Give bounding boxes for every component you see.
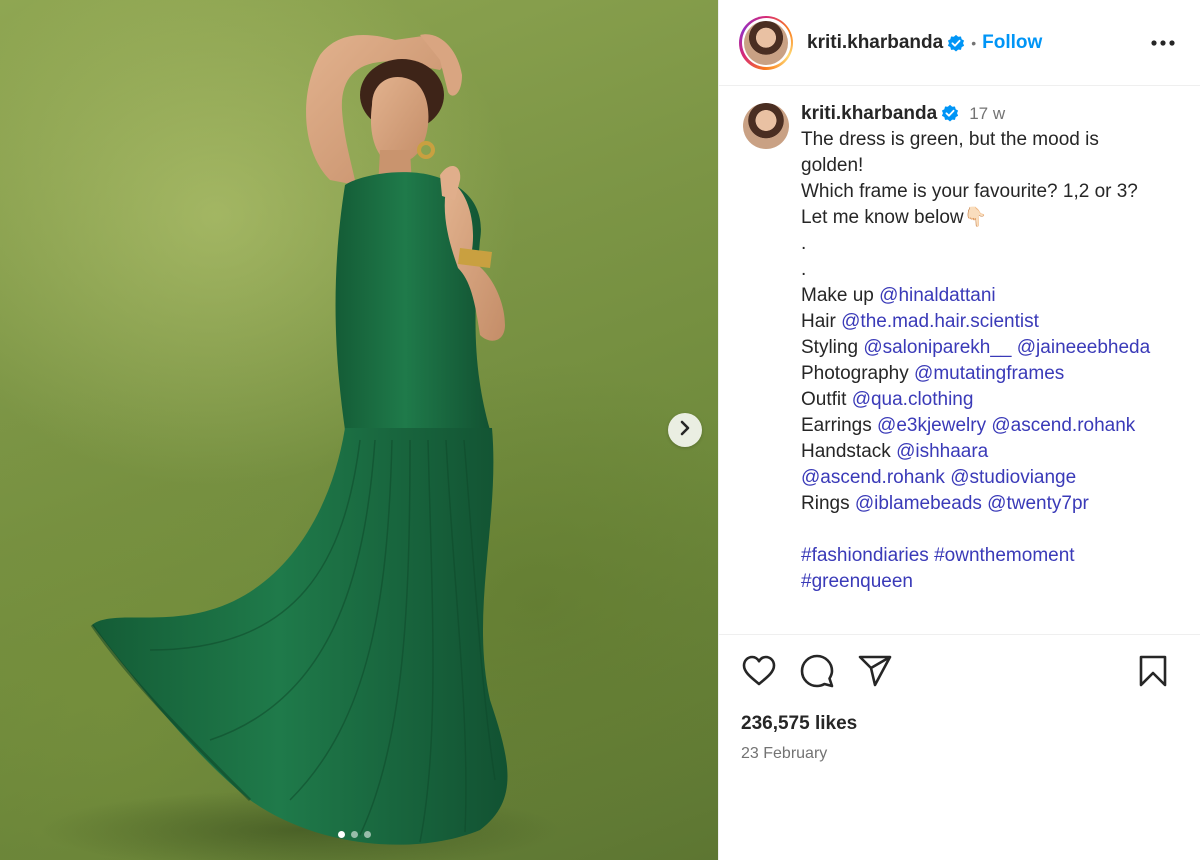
caption-line: . xyxy=(801,259,807,280)
like-button[interactable] xyxy=(741,655,777,691)
avatar[interactable] xyxy=(743,103,789,149)
post-side-panel: kriti.kharbanda • Follow kriti.kharbanda… xyxy=(718,0,1200,860)
carousel-dot xyxy=(338,831,345,838)
credit-line: Make up @hinaldattani xyxy=(801,283,1150,309)
mention-link[interactable]: @qua.clothing xyxy=(852,389,974,410)
mention-link[interactable]: @mutatingframes xyxy=(914,363,1064,384)
mention-link[interactable]: @studioviange xyxy=(950,467,1076,488)
more-options-button[interactable] xyxy=(1146,30,1180,56)
mention-link[interactable]: @twenty7pr xyxy=(987,493,1089,514)
caption-username[interactable]: kriti.kharbanda xyxy=(801,103,937,124)
comment-button[interactable] xyxy=(799,654,835,693)
follow-button[interactable]: Follow xyxy=(982,32,1042,54)
credit-line: Outfit @qua.clothing xyxy=(801,387,1150,413)
caption-text: kriti.kharbanda 17 w The dress is green, … xyxy=(801,101,1150,595)
caption-comment: kriti.kharbanda 17 w The dress is green, … xyxy=(743,101,1181,595)
mention-link[interactable]: @ishhaara xyxy=(896,441,988,462)
header-separator: • xyxy=(971,34,977,51)
mention-link[interactable]: @ascend.rohank xyxy=(991,415,1135,436)
credit-label: Hair xyxy=(801,311,836,332)
credit-label: Styling xyxy=(801,337,859,358)
header-user: kriti.kharbanda • Follow xyxy=(807,32,1042,54)
mention-link[interactable]: @hinaldattani xyxy=(879,285,995,306)
hashtag-line: #fashiondiaries #ownthemoment xyxy=(801,543,1150,569)
mention-link[interactable]: @iblamebeads xyxy=(855,493,982,514)
credit-line: Hair @the.mad.hair.scientist xyxy=(801,309,1150,335)
post-photo xyxy=(40,34,560,860)
post-media[interactable] xyxy=(0,0,718,860)
credit-line: Earrings @e3kjewelry @ascend.rohank xyxy=(801,413,1150,439)
hashtag-link[interactable]: #ownthemoment xyxy=(934,545,1074,566)
likes-count[interactable]: 236,575 likes xyxy=(741,713,1179,735)
share-button[interactable] xyxy=(857,655,893,691)
story-ring[interactable] xyxy=(739,15,793,70)
verified-badge-icon xyxy=(941,104,959,122)
header-username[interactable]: kriti.kharbanda xyxy=(807,32,943,54)
mention-link[interactable]: @ascend.rohank xyxy=(801,467,945,488)
credit-label: Outfit xyxy=(801,389,847,410)
send-icon xyxy=(858,655,892,692)
verified-badge-icon xyxy=(947,34,965,52)
credit-label: Handstack xyxy=(801,441,891,462)
carousel-indicator xyxy=(338,831,371,838)
caption-line: Which frame is your favourite? 1,2 or 3? xyxy=(801,181,1138,202)
credit-label: Rings xyxy=(801,493,850,514)
mention-link[interactable]: @jaineeebheda xyxy=(1017,337,1150,358)
carousel-dot xyxy=(364,831,371,838)
credit-label: Earrings xyxy=(801,415,872,436)
caption-line: Let me know below👇🏻 xyxy=(801,207,988,228)
hashtag-link[interactable]: #greenqueen xyxy=(801,571,913,592)
save-button[interactable] xyxy=(1135,655,1171,691)
action-bar xyxy=(741,654,1179,693)
next-slide-button[interactable] xyxy=(668,413,702,447)
hashtag-link[interactable]: #fashiondiaries xyxy=(801,545,929,566)
bookmark-icon xyxy=(1139,655,1167,692)
credit-label: Photography xyxy=(801,363,909,384)
post-timestamp[interactable]: 17 w xyxy=(969,104,1005,123)
carousel-dot xyxy=(351,831,358,838)
caption-section: kriti.kharbanda 17 w The dress is green, … xyxy=(719,87,1200,633)
caption-line: golden! xyxy=(801,155,864,176)
post-header: kriti.kharbanda • Follow xyxy=(719,0,1200,86)
mention-link[interactable]: @the.mad.hair.scientist xyxy=(841,311,1039,332)
post-date[interactable]: 23 February xyxy=(741,745,1179,763)
post-actions-section: 236,575 likes 23 February xyxy=(719,634,1200,860)
caption-line: . xyxy=(801,233,807,254)
hashtag-line: #greenqueen xyxy=(801,569,1150,595)
heart-icon xyxy=(742,655,776,692)
credit-line: Styling @saloniparekh__ @jaineeebheda xyxy=(801,335,1150,361)
credit-label: Make up xyxy=(801,285,874,306)
caption-line: The dress is green, but the mood is xyxy=(801,129,1099,150)
mention-link[interactable]: @e3kjewelry xyxy=(877,415,986,436)
credit-line: @ascend.rohank @studioviange xyxy=(801,465,1150,491)
caption-header: kriti.kharbanda 17 w xyxy=(801,101,1150,127)
post-modal: kriti.kharbanda • Follow kriti.kharbanda… xyxy=(0,0,1200,860)
chevron-right-icon xyxy=(677,420,693,441)
credit-line: Handstack @ishhaara xyxy=(801,439,1150,465)
avatar[interactable] xyxy=(744,20,788,65)
credit-line: Rings @iblamebeads @twenty7pr xyxy=(801,491,1150,517)
more-horizontal-icon xyxy=(1150,34,1176,51)
comment-icon xyxy=(800,654,834,693)
credit-line: Photography @mutatingframes xyxy=(801,361,1150,387)
mention-link[interactable]: @saloniparekh__ xyxy=(863,337,1011,358)
